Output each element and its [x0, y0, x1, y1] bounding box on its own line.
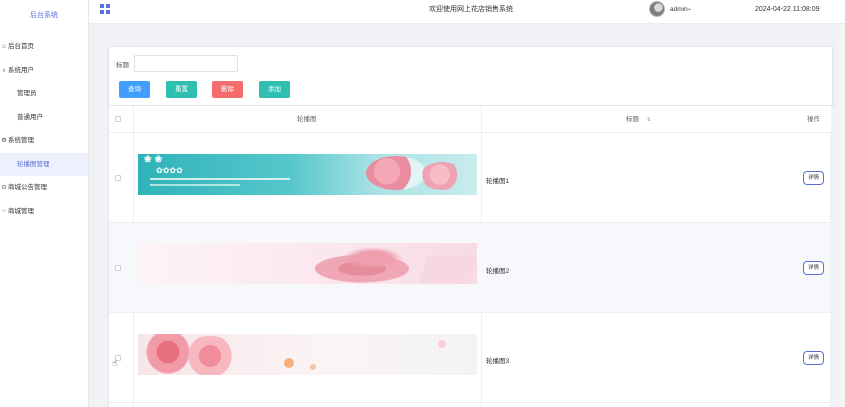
- datetime: 2024-04-22 11:08:09: [755, 6, 820, 13]
- column-header-banner: 轮播图: [297, 116, 317, 123]
- detail-button[interactable]: 详情: [803, 171, 824, 185]
- add-button[interactable]: 添加: [259, 81, 290, 98]
- detail-button[interactable]: 详情: [803, 261, 824, 275]
- sidebar-item-system-users[interactable]: ♁ 系统用户: [0, 59, 88, 83]
- user-name[interactable]: admin: [670, 0, 688, 19]
- select-all-checkbox[interactable]: [115, 116, 121, 122]
- detail-button[interactable]: 详情: [803, 351, 824, 365]
- title-search-input[interactable]: [134, 55, 238, 72]
- settings-icon: ⚙: [1, 137, 7, 144]
- welcome-text: 欢迎使用网上花店销售系统: [429, 6, 513, 13]
- banner-image: [138, 334, 477, 375]
- sidebar: 后台系统 ⌂ 后台首页 ♁ 系统用户 管理员 普通用户 ⚙ 系统管理 轮播图管理…: [0, 0, 89, 407]
- mouse-pointer-icon: ☝: [112, 358, 118, 368]
- search-button[interactable]: 查询: [119, 81, 150, 98]
- column-header-action: 操作: [807, 116, 820, 123]
- sidebar-item-admins[interactable]: 管理员: [0, 82, 88, 106]
- sidebar-item-label: 商城公告管理: [8, 184, 47, 191]
- sort-icon[interactable]: ⇅: [647, 117, 651, 123]
- column-header-title[interactable]: 标题 ⇅: [626, 106, 651, 133]
- table-header: 轮播图 标题 ⇅ 操作: [109, 106, 831, 133]
- sidebar-item-notice-management[interactable]: ⊙ 商城公告管理: [0, 176, 88, 200]
- row-title: 轮播图1: [486, 178, 510, 185]
- delete-button[interactable]: 删除: [212, 81, 243, 98]
- top-header: 欢迎使用网上花店销售系统 admin ⌄ 2024-04-22 11:08:09: [89, 0, 845, 24]
- home-icon: ⌂: [2, 43, 6, 50]
- user-icon: ♁: [1, 66, 7, 74]
- table-row: ❀ ❀ ✿✿✿✿ 轮播图1 详情: [109, 133, 831, 223]
- row-checkbox[interactable]: [115, 265, 121, 271]
- banner-image: [138, 243, 477, 284]
- table-row: 轮播图2 详情: [109, 223, 831, 313]
- sidebar-item-label: 普通用户: [17, 113, 43, 121]
- sidebar-item-shop-management[interactable]: ⁘ 商城管理: [0, 200, 88, 224]
- title-label: 标题: [116, 62, 129, 69]
- sidebar-item-system-management[interactable]: ⚙ 系统管理: [0, 129, 88, 153]
- banner-table: 轮播图 标题 ⇅ 操作 ❀ ❀ ✿✿✿✿ 轮播图1 详情 轮播图2 详情 轮播图…: [108, 106, 831, 407]
- sidebar-item-label: 后台首页: [8, 43, 34, 50]
- reset-button[interactable]: 重置: [166, 81, 197, 98]
- sidebar-item-banner-management[interactable]: 轮播图管理: [0, 152, 88, 176]
- sidebar-item-normal-users[interactable]: 普通用户: [0, 106, 88, 130]
- avatar[interactable]: [649, 1, 665, 17]
- search-panel: 标题 查询 重置 删除 添加: [108, 46, 833, 106]
- chevron-down-icon[interactable]: ⌄: [687, 0, 692, 19]
- page-scrollbar[interactable]: [839, 24, 845, 407]
- sidebar-item-label: 系统用户: [8, 66, 34, 74]
- sidebar-brand: 后台系统: [30, 12, 58, 19]
- sidebar-item-home[interactable]: ⌂ 后台首页: [0, 35, 88, 59]
- sidebar-item-label: 管理员: [17, 90, 37, 97]
- notice-icon: ⊙: [1, 184, 7, 191]
- menu-toggle-icon[interactable]: [100, 4, 110, 14]
- sidebar-item-label: 轮播图管理: [17, 160, 50, 168]
- row-title: 轮播图2: [486, 268, 510, 275]
- column-header-title-label: 标题: [626, 116, 639, 123]
- banner-image: ❀ ❀ ✿✿✿✿: [138, 154, 477, 195]
- sidebar-item-label: 商城管理: [8, 207, 34, 215]
- sidebar-item-label: 系统管理: [8, 137, 34, 144]
- table-row: 轮播图3 详情: [109, 313, 831, 403]
- row-checkbox[interactable]: [115, 175, 121, 181]
- grid-icon: ⁘: [1, 207, 7, 215]
- row-title: 轮播图3: [486, 358, 510, 365]
